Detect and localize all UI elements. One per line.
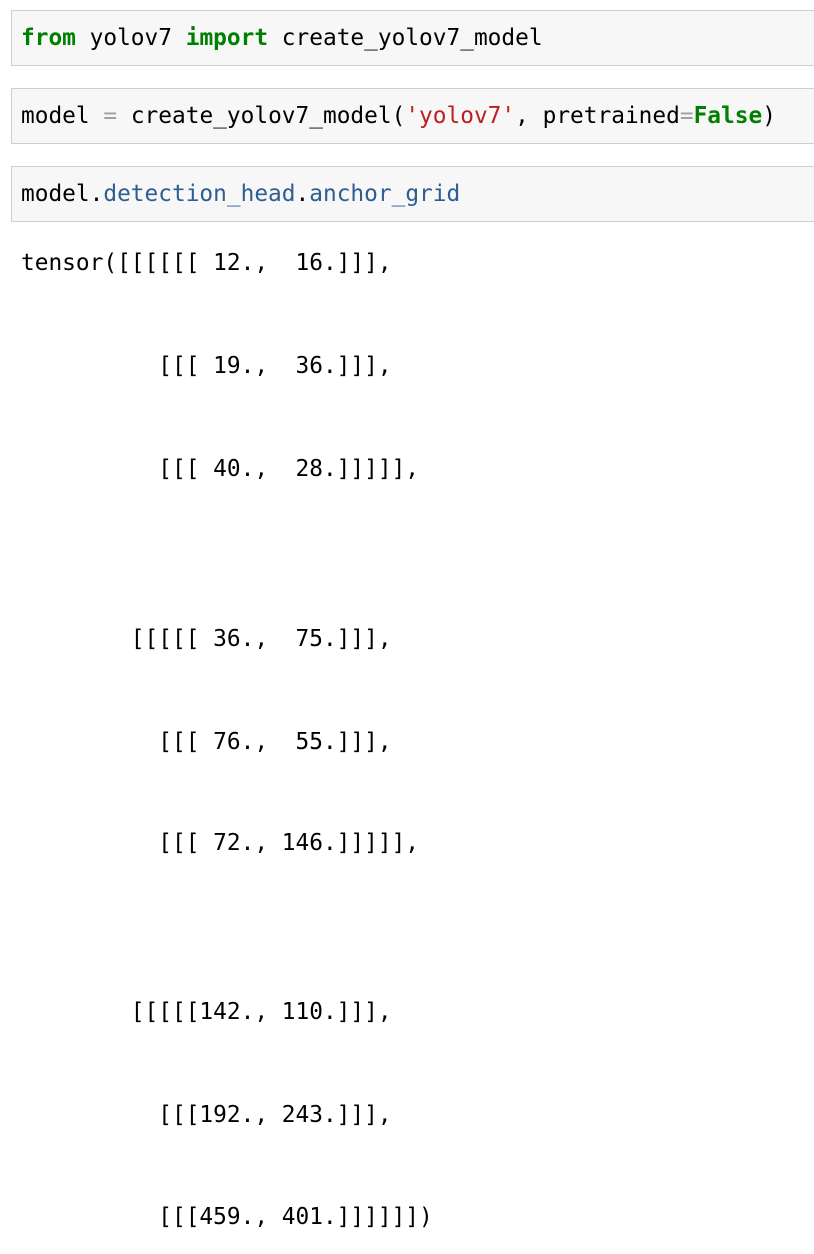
code-token: = [679,103,694,129]
code-token: . [89,181,104,207]
output-line: [[[[[ 36., 75.]]], [21,626,392,652]
code-token: from [21,25,76,51]
code-token: False [693,103,763,129]
code-cell-import[interactable]: from yolov7 import create_yolov7_model [11,10,814,66]
code-token: , pretrained [515,103,680,129]
code-token: create_yolov7_model [268,25,543,51]
code-token: import [185,25,269,51]
code-token: model [21,181,90,207]
output-line: [[[ 72., 146.]]]]], [21,830,420,856]
code-cell-anchor-grid[interactable]: model.detection_head.anchor_grid [11,166,814,222]
output-line: [[[ 76., 55.]]], [21,729,392,755]
output-line: [[[[[142., 110.]]], [21,999,392,1025]
output-line: [[[192., 243.]]], [21,1102,392,1128]
output-line: [[[459., 401.]]]]]]) [21,1204,433,1230]
code-line: model.detection_head.anchor_grid [21,180,460,208]
code-token: create_yolov7_model( [117,103,406,129]
code-token: ) [762,103,776,129]
code-token: 'yolov7' [405,103,516,129]
output-line: [[[ 19., 36.]]], [21,353,392,379]
code-token: anchor_grid [309,181,461,207]
code-token: model [21,103,104,129]
code-line: from yolov7 import create_yolov7_model [21,24,543,52]
output-line: tensor([[[[[[ 12., 16.]]], [21,250,392,276]
code-token: . [295,181,310,207]
code-token: detection_head [103,181,296,207]
code-cell-create-model[interactable]: model = create_yolov7_model('yolov7', pr… [11,88,814,144]
output-line: [[[ 40., 28.]]]]], [21,456,420,482]
code-token: = [103,103,118,129]
code-line: model = create_yolov7_model('yolov7', pr… [21,102,776,130]
code-token: yolov7 [75,25,186,51]
